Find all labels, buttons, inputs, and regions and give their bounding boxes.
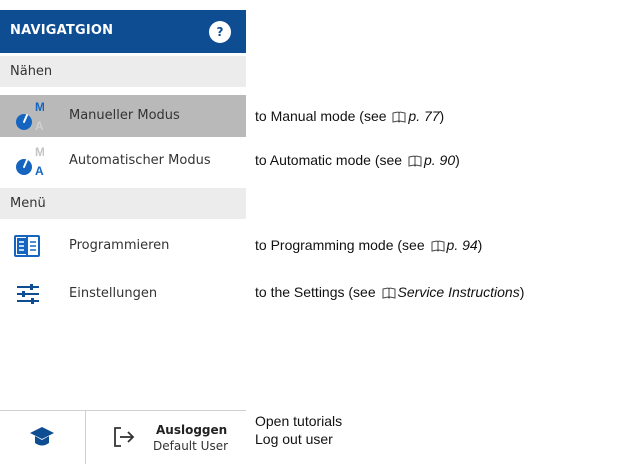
nav-item-label: Einstellungen: [69, 286, 158, 301]
navigation-title: NAVIGATGION: [10, 23, 114, 38]
section-label: Nähen: [10, 64, 53, 79]
mode-badge-bottom: A: [35, 119, 44, 133]
mode-badge-top: M: [35, 145, 44, 159]
page-reference: p. 90: [423, 152, 456, 168]
settings-sliders-icon: [17, 284, 39, 304]
page-reference: p. 94: [446, 237, 478, 253]
section-naehen: Nähen: [0, 56, 246, 87]
logout-icon: [114, 427, 135, 447]
bottom-bar: Ausloggen Default User: [0, 410, 246, 464]
description-text: to Programming mode (see: [255, 237, 429, 253]
book-icon: [392, 111, 406, 123]
book-icon: [431, 240, 445, 252]
help-circle-icon: ?: [216, 25, 224, 39]
manual-mode-icon: M A: [16, 100, 44, 133]
description-text: to Automatic mode (see: [255, 152, 406, 168]
section-menue: Menü: [0, 188, 246, 219]
nav-item-label: Automatischer Modus: [69, 153, 211, 168]
description-logout: Log out user: [255, 431, 333, 447]
nav-item-automatic-mode[interactable]: M A Automatischer Modus: [0, 140, 246, 182]
service-instructions-reference: Service Instructions: [397, 284, 520, 300]
help-button[interactable]: ?: [209, 21, 231, 43]
nav-item-programming[interactable]: Programmieren: [0, 225, 246, 267]
mode-badge-top: M: [35, 100, 44, 114]
description-text: to Manual mode (see: [255, 108, 391, 124]
nav-item-manual-mode[interactable]: M A Manueller Modus: [0, 95, 246, 137]
current-user-name: Default User: [153, 439, 229, 453]
description-end: ): [439, 108, 445, 124]
description-automatic: to Automatic mode (see p. 90): [255, 152, 460, 168]
book-icon: [382, 287, 396, 299]
description-end: ): [519, 284, 525, 300]
programming-icon: [14, 235, 40, 257]
description-text: to the Settings (see: [255, 284, 380, 300]
mode-badge-bottom: A: [35, 164, 44, 178]
description-end: ): [455, 152, 460, 168]
tutorials-button[interactable]: [0, 411, 85, 464]
logout-label: Ausloggen: [156, 423, 228, 437]
nav-item-settings[interactable]: Einstellungen: [0, 273, 246, 315]
navigation-header: NAVIGATGION ?: [0, 10, 246, 53]
navigation-panel: NAVIGATGION ? Nähen M A Manueller Modus …: [0, 0, 246, 464]
automatic-mode-icon: M A: [16, 145, 44, 178]
description-manual: to Manual mode (see p. 77): [255, 108, 444, 124]
description-end: ): [477, 237, 483, 253]
description-tutorials: Open tutorials: [255, 413, 343, 429]
section-label: Menü: [10, 196, 46, 211]
graduation-cap-icon: [30, 427, 54, 446]
nav-item-label: Manueller Modus: [69, 108, 180, 123]
description-settings: to the Settings (see Service Instruction…: [255, 284, 524, 300]
page-reference: p. 77: [408, 108, 440, 124]
logout-button[interactable]: [86, 411, 246, 464]
book-icon: [408, 155, 422, 167]
description-programming: to Programming mode (see p. 94): [255, 237, 482, 253]
nav-item-label: Programmieren: [69, 238, 170, 253]
